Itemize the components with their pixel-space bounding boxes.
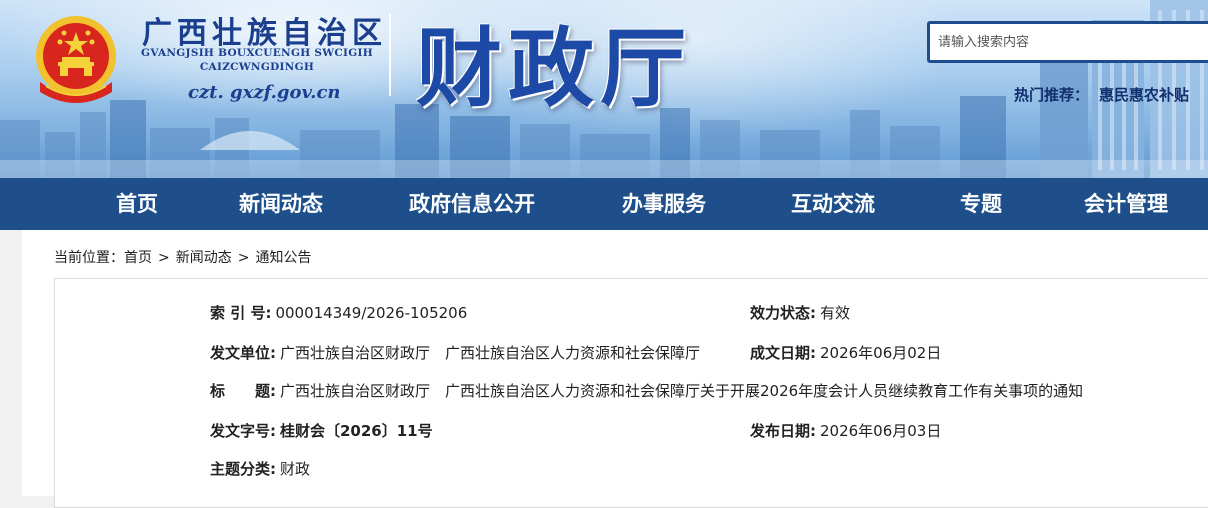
nav-gov-info[interactable]: 政府信息公开 [409,178,535,230]
content-panel: 当前位置：首页 > 新闻动态 > 通知公告 索 引 号: 000014349/2026-1… [22,230,1208,508]
info-topic: 主题分类: 财政 [210,458,310,479]
nav-news[interactable]: 新闻动态 [239,178,323,230]
info-doc-number: 发文字号: 桂财会〔2026〕11号 [210,420,433,441]
breadcrumb: 当前位置：首页 > 新闻动态 > 通知公告 [54,247,311,267]
info-published-date: 发布日期: 2026年06月03日 [750,420,941,441]
search-input[interactable] [930,24,1190,60]
topic-label: 主题分类: [210,460,276,478]
title-value: 广西壮族自治区财政厅 广西壮族自治区人力资源和社会保障厅关于开展2026年度会计… [280,382,1084,400]
breadcrumb-notices[interactable]: 通知公告 [255,250,311,266]
breadcrumb-home[interactable]: 首页 [124,250,152,266]
breadcrumb-news[interactable]: 新闻动态 [176,250,232,266]
national-emblem-icon [36,16,116,103]
info-status: 效力状态: 有效 [750,302,850,323]
docno-value: 桂财会〔2026〕11号 [280,422,433,440]
search-box[interactable] [927,21,1208,63]
topic-value: 财政 [280,460,311,478]
info-index: 索 引 号: 000014349/2026-105206 [210,302,467,323]
info-title: 标 题: 广西壮族自治区财政厅 广西壮族自治区人力资源和社会保障厅关于开展2026… [210,380,1083,401]
breadcrumb-separator: > [237,250,250,266]
issuer-label: 发文单位: [210,344,276,362]
department-title: 财政厅 [416,18,692,119]
nav-interaction[interactable]: 互动交流 [791,178,875,230]
info-issuer: 发文单位: 广西壮族自治区财政厅 广西壮族自治区人力资源和社会保障厅 [210,342,700,363]
breadcrumb-prefix: 当前位置： [54,250,124,266]
index-label: 索 引 号: [210,304,272,322]
hot-label: 热门推荐： [1014,86,1090,104]
title-label: 标 题: [210,382,276,400]
docno-label: 发文字号: [210,422,276,440]
nav-services[interactable]: 办事服务 [622,178,706,230]
status-value: 有效 [820,304,851,322]
nav-home[interactable]: 首页 [116,178,158,230]
status-label: 效力状态: [750,304,816,322]
header-banner: 广西壮族自治区 GVANGJSIH BOUXCUENGH SWCIGIH CAI… [0,0,1208,178]
created-label: 成文日期: [750,344,816,362]
published-label: 发布日期: [750,422,816,440]
breadcrumb-separator: > [158,250,170,266]
hot-link-subsidy[interactable]: 惠民惠农补贴 [1099,86,1189,104]
index-value: 000014349/2026-105206 [275,304,468,322]
created-value: 2026年06月02日 [820,344,942,362]
nav-accounting[interactable]: 会计管理 [1084,178,1168,230]
document-info-table: 索 引 号: 000014349/2026-105206 效力状态: 有效 发文单位… [54,278,1208,508]
info-created-date: 成文日期: 2026年06月02日 [750,342,941,363]
region-name-zhuang-line2: CAIZCWNGDINGH [199,61,315,73]
region-name-zhuang: GVANGJSIH BOUXCUENGH SWCIGIH CAIZCWNGDIN… [139,46,375,74]
published-value: 2026年06月03日 [820,422,942,440]
header-divider [389,14,391,96]
main-nav: 首页 新闻动态 政府信息公开 办事服务 互动交流 专题 会计管理 [0,178,1208,230]
hot-recommendations: 热门推荐： 惠民惠农补贴 [1014,84,1189,105]
nav-topics[interactable]: 专题 [960,178,1002,230]
region-name-zhuang-line1: GVANGJSIH BOUXCUENGH SWCIGIH [141,47,373,59]
site-url: czt. gxzf.gov.cn [188,82,341,103]
issuer-value: 广西壮族自治区财政厅 广西壮族自治区人力资源和社会保障厅 [280,344,701,362]
